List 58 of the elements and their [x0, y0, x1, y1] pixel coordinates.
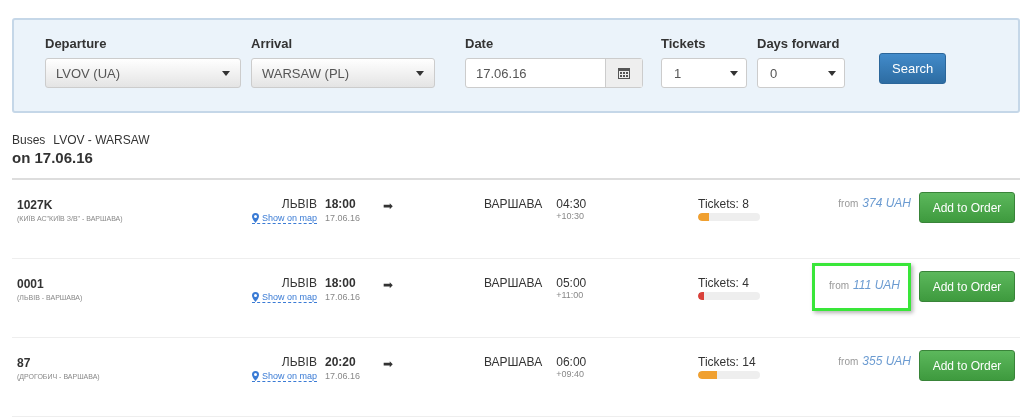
highlighted-price: from 111 UAH	[812, 263, 911, 311]
arrival-time: 06:00	[556, 355, 587, 369]
map-pin-icon	[251, 371, 259, 381]
arrow-icon: ➡	[360, 278, 470, 292]
caret-icon	[730, 70, 738, 76]
arrival-city: ВАРШАВА	[484, 197, 543, 211]
arrival-time: 04:30	[556, 197, 587, 211]
tickets-count: Tickets: 4	[698, 276, 750, 290]
arrival-city: ВАРШАВА	[484, 276, 543, 290]
trip-number: 87	[17, 356, 32, 370]
caret-icon	[828, 70, 836, 76]
add-to-order-button[interactable]: Add to Order	[919, 271, 1015, 302]
map-pin-icon	[251, 213, 259, 223]
departure-date: 17.06.16	[324, 291, 360, 302]
trip-number: 1027K	[17, 198, 54, 212]
select-field[interactable]: 1	[661, 58, 747, 88]
results-route: LVOV - WARSAW	[53, 133, 150, 147]
results-date: on 17.06.16	[12, 149, 94, 166]
field-label: Date	[465, 36, 495, 51]
select-field[interactable]: LVOV (UA)	[45, 58, 241, 88]
add-to-order-button[interactable]: Add to Order	[919, 350, 1015, 381]
arrival-city: ВАРШАВА	[484, 355, 543, 369]
show-on-map-link[interactable]: Show on map	[251, 213, 317, 224]
caret-icon	[222, 70, 230, 76]
departure-time: 18:00	[324, 197, 357, 211]
caret-icon	[416, 70, 424, 76]
field-label: Arrival	[251, 36, 294, 51]
date-field[interactable]: 17.06.16	[465, 58, 643, 88]
trip-duration: +10:30	[556, 211, 585, 221]
departure-date: 17.06.16	[324, 370, 360, 381]
trip-duration: +09:40	[556, 369, 585, 379]
departure-time: 20:20	[324, 355, 357, 369]
add-to-order-button[interactable]: Add to Order	[919, 192, 1015, 223]
field-label: Tickets	[661, 36, 707, 51]
departure-time: 18:00	[324, 276, 357, 290]
select-field[interactable]: WARSAW (PL)	[251, 58, 435, 88]
tickets-count: Tickets: 8	[698, 197, 750, 211]
select-field[interactable]: 0	[757, 58, 845, 88]
departure-city: ЛЬВІВ	[280, 197, 317, 211]
price: from 374 UAH	[838, 196, 911, 210]
departure-city: ЛЬВІВ	[280, 276, 317, 290]
results-prefix: Buses	[12, 133, 46, 147]
price: from 355 UAH	[838, 354, 911, 368]
departure-city: ЛЬВІВ	[280, 355, 317, 369]
show-on-map-link[interactable]: Show on map	[251, 292, 317, 303]
search-button[interactable]: Search	[879, 53, 947, 84]
calendar-icon	[618, 67, 630, 79]
departure-date: 17.06.16	[324, 212, 360, 223]
tickets-count: Tickets: 14	[698, 355, 757, 369]
map-pin-icon	[251, 292, 259, 302]
arrow-icon: ➡	[360, 357, 470, 371]
arrow-icon: ➡	[360, 199, 470, 213]
field-label: Days forward	[757, 36, 841, 51]
trip-duration: +11:00	[556, 290, 585, 300]
arrival-time: 05:00	[556, 276, 587, 290]
trip-number: 0001	[17, 277, 45, 291]
field-label: Departure	[45, 36, 108, 51]
show-on-map-link[interactable]: Show on map	[251, 371, 317, 382]
